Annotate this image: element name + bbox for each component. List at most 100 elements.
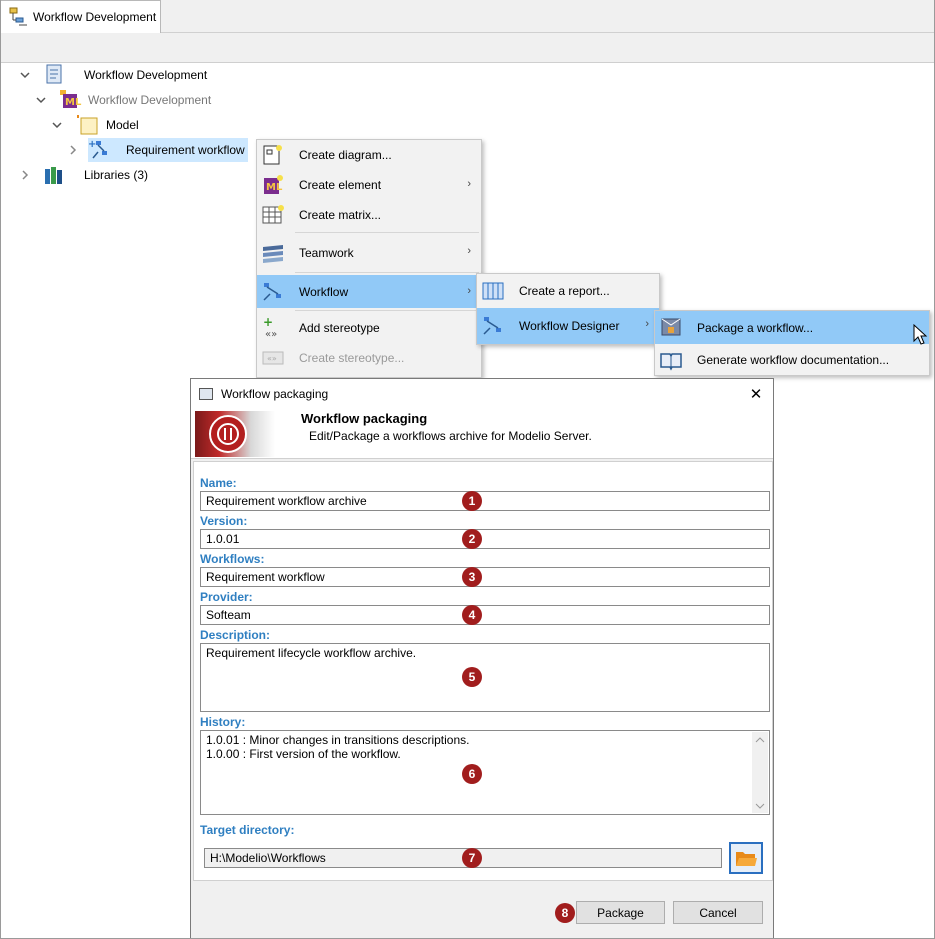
- chevron-right-icon: ›: [467, 245, 471, 257]
- documentation-icon: [659, 348, 683, 372]
- menu-label: Create matrix...: [299, 208, 382, 222]
- workflow-submenu: Create a report... Workflow Designer ›: [476, 273, 660, 345]
- menu-separator: [295, 310, 479, 311]
- menu-item-teamwork[interactable]: Teamwork ›: [257, 235, 481, 270]
- dialog-titlebar: Workflow packaging ✕: [191, 379, 773, 409]
- modelio-logo-icon: [195, 411, 275, 457]
- provider-label: Provider:: [200, 590, 253, 604]
- description-field[interactable]: Requirement lifecycle workflow archive.: [200, 643, 770, 712]
- workflow-designer-icon: [481, 314, 505, 338]
- tab-workflow-development[interactable]: Workflow Development: [0, 0, 161, 33]
- package-icon: [659, 315, 683, 339]
- folder-icon: [74, 113, 98, 137]
- menu-item-create-report[interactable]: Create a report...: [477, 274, 659, 308]
- menu-item-workflow-designer[interactable]: Workflow Designer ›: [477, 308, 659, 344]
- badge-6: 6: [462, 764, 482, 784]
- browse-folder-button[interactable]: [729, 842, 763, 874]
- tree-item-root[interactable]: Workflow Development: [18, 63, 207, 87]
- chevron-right-icon: ›: [467, 178, 471, 190]
- svg-text:«»: «»: [265, 329, 277, 340]
- badge-5: 5: [462, 667, 482, 687]
- chevron-down-icon[interactable]: [18, 68, 32, 82]
- tree-label-libraries: Libraries (3): [84, 168, 149, 182]
- context-menu: Create diagram... ML Create element › Cr…: [256, 139, 482, 378]
- menu-label: Teamwork: [299, 245, 354, 260]
- dialog-form: Name: Requirement workflow archive 1 Ver…: [193, 461, 773, 881]
- model-explorer-icon: [7, 6, 29, 28]
- chevron-right-icon[interactable]: [18, 168, 32, 182]
- window-icon: [199, 388, 213, 400]
- mouse-cursor-icon: [913, 323, 929, 349]
- menu-item-add-stereotype[interactable]: + «» Add stereotype: [257, 313, 481, 343]
- tree-label-root: Workflow Development: [84, 68, 208, 82]
- tree-selection[interactable]: + Requirement workflow: [88, 138, 248, 162]
- create-element-icon: ML: [261, 173, 285, 197]
- version-field[interactable]: 1.0.01: [200, 529, 770, 549]
- cancel-button[interactable]: Cancel: [673, 901, 763, 924]
- tree-label-project: Workflow Development: [88, 93, 212, 107]
- badge-2: 2: [462, 529, 482, 549]
- tree-item-model[interactable]: Model: [50, 113, 139, 137]
- workflows-field[interactable]: Requirement workflow: [200, 567, 770, 587]
- chevron-down-icon[interactable]: [34, 93, 48, 107]
- tree-label-requirement: Requirement workflow: [126, 143, 245, 157]
- workflow-packaging-dialog: Workflow packaging ✕ Workflow packaging …: [190, 378, 774, 939]
- menu-label: Create element: [299, 178, 382, 192]
- version-label: Version:: [200, 514, 248, 528]
- close-icon[interactable]: ✕: [745, 383, 767, 405]
- tree-item-project[interactable]: ML Workflow Development: [34, 88, 211, 112]
- menu-item-create-stereotype: «» Create stereotype...: [257, 343, 481, 373]
- menu-label: Create a report...: [519, 284, 610, 298]
- menu-item-workflow[interactable]: Workflow ›: [257, 275, 481, 308]
- add-stereotype-icon: + «»: [261, 315, 285, 340]
- name-field[interactable]: Requirement workflow archive: [200, 491, 770, 511]
- menu-label: Package a workflow...: [697, 320, 814, 335]
- chevron-right-icon[interactable]: [66, 143, 80, 157]
- chevron-right-icon: ›: [467, 285, 471, 297]
- target-directory-label: Target directory:: [200, 823, 295, 837]
- dialog-window-title: Workflow packaging: [221, 387, 329, 401]
- editor-tab-bar: Workflow Development: [0, 0, 935, 33]
- menu-item-create-element[interactable]: ML Create element ›: [257, 170, 481, 200]
- svg-text:ML: ML: [65, 97, 82, 108]
- badge-1: 1: [462, 491, 482, 511]
- menu-label: Create stereotype...: [299, 351, 405, 365]
- create-matrix-icon: [261, 203, 285, 227]
- badge-3: 3: [462, 567, 482, 587]
- chevron-down-icon[interactable]: [50, 118, 64, 132]
- history-label: History:: [200, 715, 246, 729]
- uml-package-icon: ML: [58, 88, 82, 112]
- svg-text:+: +: [263, 316, 273, 329]
- workflow-icon: [261, 280, 285, 304]
- libraries-icon: [42, 163, 66, 187]
- tree-item-libraries[interactable]: Libraries (3): [18, 163, 148, 187]
- svg-text:«»: «»: [267, 354, 277, 363]
- badge-7: 7: [462, 848, 482, 868]
- banner-subtitle: Edit/Package a workflows archive for Mod…: [309, 429, 592, 443]
- menu-label: Workflow Designer: [519, 319, 620, 333]
- teamwork-icon: [261, 241, 285, 265]
- menu-item-create-diagram[interactable]: Create diagram...: [257, 140, 481, 170]
- svg-text:+: +: [88, 139, 96, 150]
- package-button[interactable]: Package: [576, 901, 665, 924]
- tree-item-requirement-workflow[interactable]: + Requirement workflow: [66, 138, 248, 162]
- menu-label: Generate workflow documentation...: [697, 352, 890, 367]
- history-scrollbar[interactable]: [752, 732, 768, 813]
- dialog-banner: Workflow packaging Edit/Package a workfl…: [191, 409, 773, 459]
- menu-label: Workflow: [299, 284, 349, 299]
- history-field[interactable]: 1.0.01 : Minor changes in transitions de…: [200, 730, 770, 815]
- tree-label-model: Model: [106, 118, 139, 132]
- create-stereotype-icon: «»: [261, 346, 285, 370]
- toolbar: [0, 33, 935, 63]
- menu-item-create-matrix[interactable]: Create matrix...: [257, 200, 481, 230]
- menu-separator: [295, 272, 479, 273]
- folder-open-icon: [736, 852, 757, 866]
- menu-item-generate-documentation[interactable]: Generate workflow documentation...: [655, 344, 929, 375]
- menu-item-package-workflow[interactable]: Package a workflow...: [655, 311, 929, 344]
- banner-title: Workflow packaging: [301, 411, 428, 426]
- menu-label: Create diagram...: [299, 148, 392, 162]
- provider-field[interactable]: Softeam: [200, 605, 770, 625]
- history-line: 1.0.00 : First version of the workflow.: [206, 747, 401, 761]
- description-label: Description:: [200, 628, 271, 642]
- designer-submenu: Package a workflow... Generate workflow …: [654, 310, 930, 376]
